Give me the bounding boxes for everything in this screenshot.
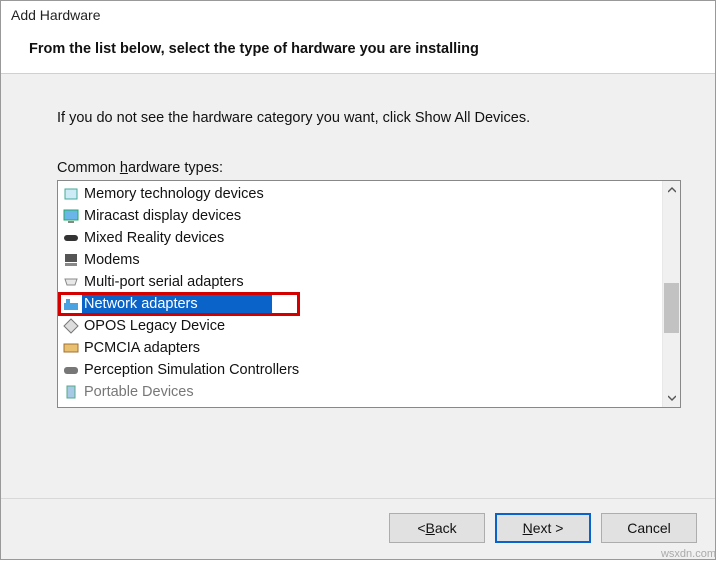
- list-item[interactable]: Mixed Reality devices: [58, 227, 662, 249]
- back-accel: B: [426, 520, 435, 536]
- cancel-button[interactable]: Cancel: [601, 513, 697, 543]
- scroll-track[interactable]: [663, 199, 680, 389]
- back-arrow: <: [417, 520, 425, 536]
- list-item-label: Multi-port serial adapters: [84, 274, 244, 290]
- network-icon: [62, 295, 80, 313]
- list-item-label: Portable Devices: [84, 384, 194, 400]
- chip-icon: [62, 185, 80, 203]
- hint-text: If you do not see the hardware category …: [57, 110, 681, 126]
- modem-icon: [62, 251, 80, 269]
- controller-icon: [62, 361, 80, 379]
- back-text: ack: [435, 520, 457, 536]
- headset-icon: [62, 229, 80, 247]
- back-button[interactable]: < Back: [389, 513, 485, 543]
- list-item-label: Memory technology devices: [84, 186, 264, 202]
- list-item-label: Mixed Reality devices: [84, 230, 224, 246]
- scrollbar[interactable]: [662, 181, 680, 407]
- list-items-container: Memory technology devices Miracast displa…: [58, 181, 662, 407]
- dialog-title: Add Hardware: [1, 1, 715, 27]
- list-label-post: ardware types:: [128, 160, 223, 176]
- list-label: Common hardware types:: [57, 160, 681, 176]
- list-label-pre: Common: [57, 160, 120, 176]
- monitor-icon: [62, 207, 80, 225]
- list-item-label: Perception Simulation Controllers: [84, 362, 299, 378]
- list-item[interactable]: Perception Simulation Controllers: [58, 359, 662, 381]
- list-item[interactable]: OPOS Legacy Device: [58, 315, 662, 337]
- list-item-label: PCMCIA adapters: [84, 340, 200, 356]
- chevron-up-icon: [668, 187, 676, 193]
- watermark: wsxdn.com: [661, 548, 716, 560]
- next-text: ext >: [533, 520, 564, 536]
- list-item-label: Miracast display devices: [84, 208, 241, 224]
- dialog-header: From the list below, select the type of …: [1, 27, 715, 73]
- scroll-thumb[interactable]: [664, 283, 679, 333]
- list-item[interactable]: Portable Devices: [58, 381, 662, 403]
- list-label-accel: h: [120, 160, 128, 176]
- next-accel: N: [523, 520, 533, 536]
- card-icon: [62, 339, 80, 357]
- list-item-label: OPOS Legacy Device: [84, 318, 225, 334]
- list-item[interactable]: Memory technology devices: [58, 183, 662, 205]
- scroll-up-button[interactable]: [663, 181, 680, 199]
- list-item[interactable]: Miracast display devices: [58, 205, 662, 227]
- list-item[interactable]: PCMCIA adapters: [58, 337, 662, 359]
- list-item-label: Modems: [84, 252, 140, 268]
- diamond-icon: [62, 317, 80, 335]
- list-item[interactable]: Multi-port serial adapters: [58, 271, 662, 293]
- serial-icon: [62, 273, 80, 291]
- hardware-types-listbox[interactable]: Memory technology devices Miracast displa…: [57, 180, 681, 408]
- dialog-footer: < Back Next > Cancel: [1, 498, 715, 559]
- next-button[interactable]: Next >: [495, 513, 591, 543]
- dialog-body: If you do not see the hardware category …: [1, 73, 715, 498]
- add-hardware-dialog: Add Hardware From the list below, select…: [0, 0, 716, 560]
- chevron-down-icon: [668, 395, 676, 401]
- list-item-label: Network adapters: [84, 296, 198, 312]
- portable-icon: [62, 383, 80, 401]
- list-item[interactable]: Modems: [58, 249, 662, 271]
- scroll-down-button[interactable]: [663, 389, 680, 407]
- list-item[interactable]: Network adapters: [58, 293, 662, 315]
